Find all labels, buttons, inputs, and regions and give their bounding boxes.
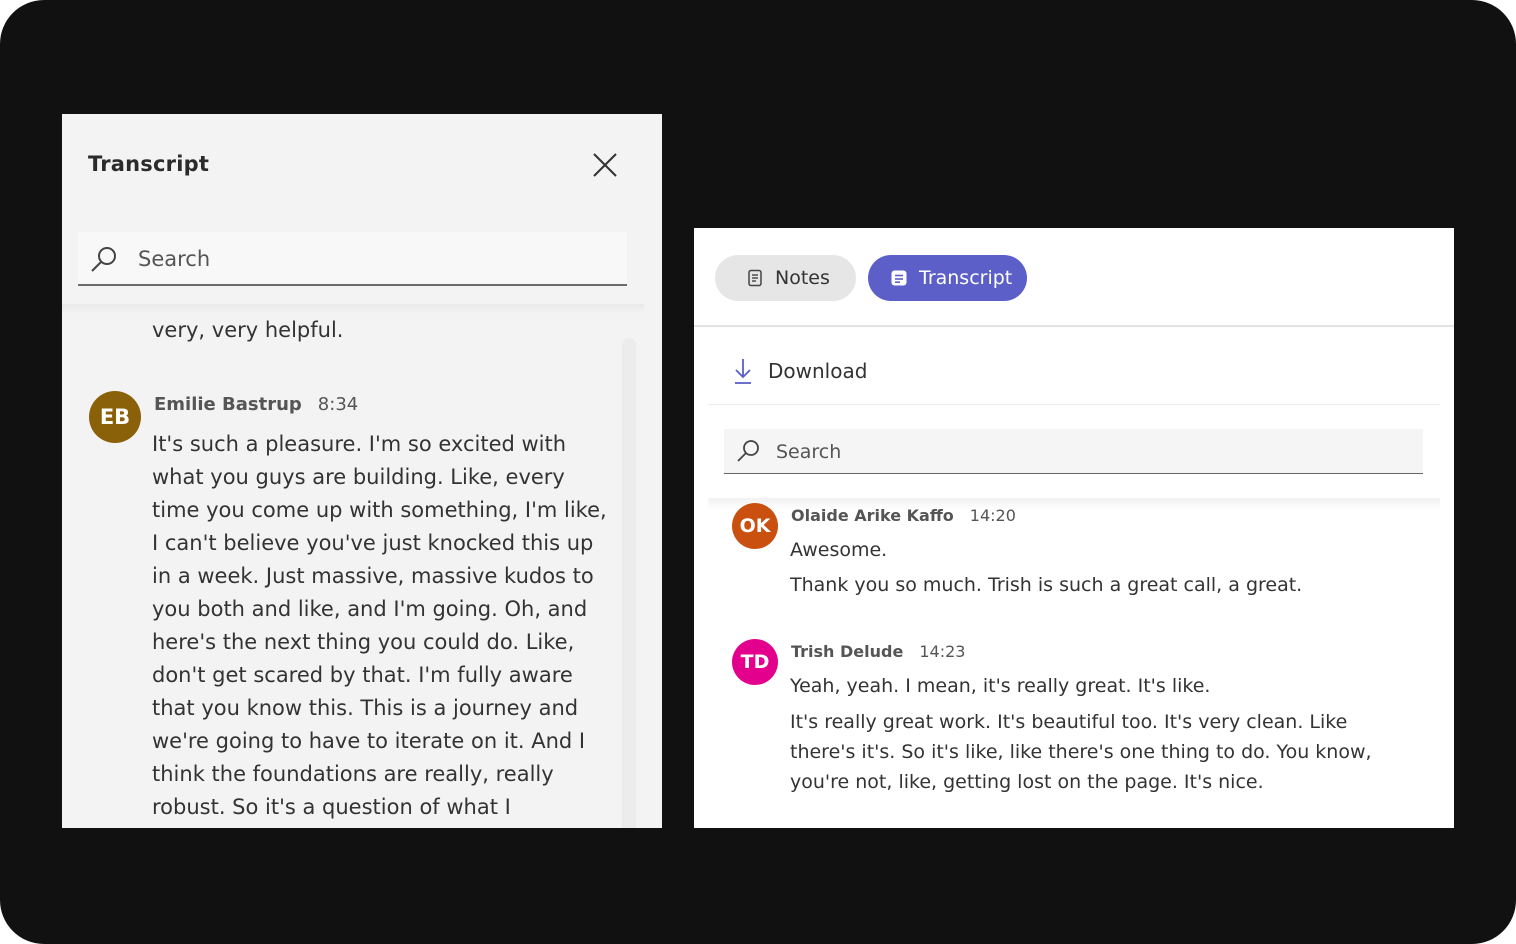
download-button[interactable]: Download	[732, 356, 867, 386]
close-icon[interactable]	[590, 150, 620, 180]
tab-notes[interactable]: Notes	[715, 255, 856, 301]
divider	[694, 325, 1454, 327]
tab-transcript[interactable]: Transcript	[868, 255, 1027, 301]
transcript-pane-new: Notes Transcript Download Search OK Olai…	[694, 228, 1454, 828]
notes-icon	[748, 269, 762, 287]
tab-label: Transcript	[919, 267, 1013, 289]
speaker-name: Emilie Bastrup	[154, 394, 302, 415]
message-text: Awesome.	[790, 539, 888, 561]
pane-title: Transcript	[88, 152, 210, 176]
screenshot-frame: Transcript very, very helpful. EB Emilie…	[0, 0, 1516, 944]
transcript-icon	[891, 270, 907, 286]
search-box[interactable]	[78, 232, 627, 286]
download-label: Download	[768, 359, 868, 383]
avatar: TD	[732, 639, 778, 685]
download-icon	[735, 359, 751, 384]
message-time: 14:20	[969, 506, 1016, 525]
speaker-name: Olaide Arike Kaffo	[791, 506, 954, 525]
scrollbar-track[interactable]	[622, 338, 636, 828]
transcript-pane-legacy: Transcript very, very helpful. EB Emilie…	[62, 114, 662, 828]
message-text: It's such a pleasure. I'm so excited wit…	[152, 432, 607, 819]
tab-label: Notes	[775, 267, 830, 289]
search-icon	[737, 440, 759, 462]
message-text: Yeah, yeah. I mean, it's really great. I…	[790, 675, 1211, 697]
previous-message-text: very, very helpful.	[152, 318, 344, 342]
divider	[708, 404, 1440, 405]
search-icon	[91, 247, 116, 272]
message-meta: Olaide Arike Kaffo 14:20	[791, 506, 1016, 525]
search-input[interactable]	[774, 435, 1378, 469]
search-box[interactable]	[724, 429, 1423, 474]
speaker-name: Trish Delude	[791, 642, 904, 661]
message-time: 8:34	[317, 394, 359, 415]
avatar: OK	[732, 503, 778, 549]
scroll-fade	[62, 304, 644, 314]
message-meta: Emilie Bastrup 8:34	[154, 394, 358, 415]
message-text: It's really great work. It's beautiful t…	[790, 711, 1372, 793]
message-time: 14:23	[919, 642, 966, 661]
avatar: EB	[89, 391, 141, 443]
message-text: Thank you so much. Trish is such a great…	[790, 574, 1303, 596]
message-meta: Trish Delude 14:23	[791, 642, 965, 661]
search-input[interactable]	[136, 240, 600, 278]
